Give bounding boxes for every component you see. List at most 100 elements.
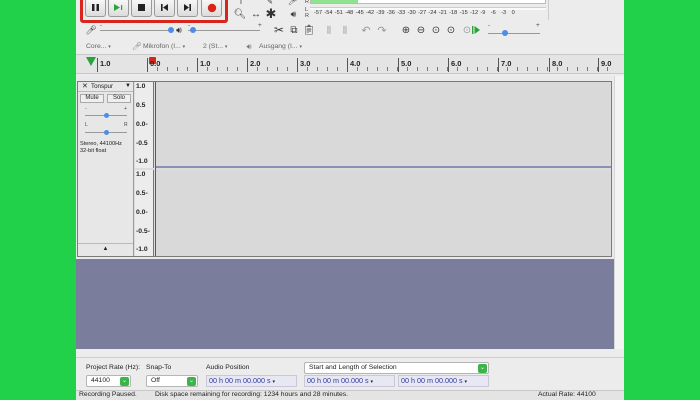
audacity-window: I ✎ 🔍︎ ↔ ✱ 🎤︎ 🔊︎ R L R 🎤︎ - 🔊︎ - + ✂ ⧉ 📋…: [76, 0, 624, 400]
pan-right-label: R: [124, 122, 128, 128]
selection-end-value: 00 h 00 m 00.000 s: [401, 376, 463, 385]
zoom-in-icon[interactable]: ⊕: [399, 23, 413, 37]
selection-tool-icon[interactable]: I: [236, 0, 246, 6]
meter-scale-label: -27: [418, 10, 427, 16]
audio-position-field[interactable]: 00 h 00 m 00.000 s ▾: [206, 375, 297, 387]
play-speed-slider[interactable]: [488, 30, 540, 36]
meter-scale-label: -39: [376, 10, 385, 16]
microphone-icon[interactable]: 🎤︎: [287, 0, 299, 6]
snap-to-select[interactable]: Off ⌄: [146, 375, 198, 387]
meter-r-label-2: R: [305, 13, 309, 19]
gain-slider-thumb[interactable]: [104, 113, 109, 118]
vertical-scrollbar[interactable]: [614, 76, 624, 349]
recording-meter-bar[interactable]: [310, 0, 546, 4]
selection-start-menu-icon[interactable]: ▾: [371, 379, 374, 385]
selection-mode-select[interactable]: Start and Length of Selection ⌄: [304, 362, 489, 374]
snap-to-arrow-icon: ⌄: [187, 377, 196, 386]
meter-scale-label: -42: [366, 10, 375, 16]
time-shift-tool-icon[interactable]: ↔: [249, 8, 263, 20]
ruler-tick-label: 5.0: [401, 59, 412, 68]
ruler-tick-label: 1.0: [200, 59, 211, 68]
channel-2-vertical-ruler: 1.0 0.5- 0.0- -0.5- -1.0: [135, 170, 154, 256]
audio-track[interactable]: ✕ Tonspur ▼ Mute Solo - + L R Stereo, 44…: [77, 81, 612, 257]
meter-scale-label: -18: [449, 10, 458, 16]
solo-button[interactable]: Solo: [107, 94, 131, 103]
selection-end-field[interactable]: 00 h 00 m 00.000 s ▾: [398, 375, 489, 387]
meter-scale-label: -57: [314, 10, 323, 16]
playback-device-dropdown[interactable]: Ausgang (I... ▾: [259, 43, 302, 50]
speed-slider-minus: -: [488, 22, 491, 29]
meter-scale-label: -33: [397, 10, 406, 16]
speaker-icon[interactable]: 🔊︎: [287, 8, 300, 20]
ruler-major-tick: [247, 58, 248, 72]
meter-scale-label: 0: [511, 10, 515, 16]
speed-slider-thumb[interactable]: [502, 30, 508, 36]
empty-track-area[interactable]: [76, 259, 614, 349]
collapse-track-button[interactable]: ▲: [78, 243, 133, 255]
track-close-icon[interactable]: ✕: [82, 82, 88, 90]
ruler-tick-label: 2.0: [250, 59, 261, 68]
ruler-tick-label: 4.0: [350, 59, 361, 68]
meter-scale-label: -3: [501, 10, 507, 16]
audio-position-menu-icon[interactable]: ▾: [273, 379, 276, 385]
status-disk-space: Disk space remaining for recording: 1234…: [155, 391, 349, 398]
pan-slider-thumb[interactable]: [104, 130, 109, 135]
channels-dropdown[interactable]: 2 (St... ▾: [203, 43, 227, 50]
mic-volume-slider[interactable]: [100, 27, 174, 33]
meter-level-fill: [311, 0, 358, 3]
track-name[interactable]: Tonspur: [91, 83, 113, 90]
playback-device-value: Ausgang (I...: [259, 43, 298, 50]
audio-host-dropdown[interactable]: Core... ▾: [86, 43, 111, 50]
ruler-play-triangle-icon[interactable]: [86, 57, 96, 66]
redo-icon[interactable]: ↷: [375, 23, 389, 37]
selection-start-field[interactable]: 00 h 00 m 00.000 s ▾: [304, 375, 395, 387]
audio-host-value: Core...: [86, 43, 107, 50]
recording-device-value: Mikrofon (I...: [143, 43, 181, 50]
channel-1-waveform[interactable]: [155, 82, 611, 168]
selection-start-value: 00 h 00 m 00.000 s: [307, 376, 369, 385]
playback-volume-slider[interactable]: [188, 27, 260, 33]
fit-project-icon[interactable]: ⊙: [444, 23, 458, 37]
ruler-tick-label: 7.0: [501, 59, 512, 68]
ruler-major-tick: [97, 58, 98, 72]
playhead-line: [155, 82, 156, 256]
track-info-rate: Stereo, 44100Hz: [80, 141, 122, 147]
meter-scale-label: -12: [470, 10, 479, 16]
meter-scale-label: -48: [345, 10, 354, 16]
ruler-major-tick: [598, 58, 599, 72]
zoom-out-icon[interactable]: ⊖: [414, 23, 428, 37]
mic-volume-icon: 🎤︎: [85, 24, 97, 35]
track-menu-arrow-icon[interactable]: ▼: [125, 83, 131, 89]
speed-slider-plus: +: [536, 22, 540, 29]
project-rate-select[interactable]: 44100 ⌄: [86, 375, 131, 387]
ruler-major-tick: [549, 58, 550, 72]
ruler-minor-ticks: [157, 67, 617, 71]
meter-scale-label: -54: [324, 10, 333, 16]
copy-icon[interactable]: ⧉: [288, 23, 300, 37]
play-slider-thumb[interactable]: [190, 27, 196, 33]
paste-icon[interactable]: 📋︎: [303, 23, 316, 37]
gain-slider[interactable]: [85, 113, 127, 118]
pan-slider[interactable]: [85, 130, 127, 135]
trim-icon[interactable]: ⫼: [322, 24, 336, 36]
scale-2-3: -0.5-: [136, 228, 150, 235]
scale-2-2: 0.0-: [136, 209, 148, 216]
gain-plus-label: +: [124, 106, 127, 112]
play-at-speed-icon[interactable]: [469, 23, 483, 37]
undo-icon[interactable]: ↶: [359, 23, 373, 37]
pan-left-label: L: [85, 122, 88, 128]
channel-2-waveform[interactable]: [155, 170, 611, 256]
recording-device-dropdown[interactable]: Mikrofon (I... ▾: [143, 43, 185, 50]
mute-button[interactable]: Mute: [80, 94, 104, 103]
meter-scale-label: -15: [459, 10, 468, 16]
ruler-tick-label: 6.0: [451, 59, 462, 68]
cut-icon[interactable]: ✂: [273, 23, 285, 37]
channel-1-vertical-ruler: 1.0 0.5 0.0- -0.5 -1.0: [135, 82, 154, 168]
silence-icon[interactable]: ⫼: [338, 24, 352, 36]
meter-scale-label: -9: [480, 10, 486, 16]
selection-end-menu-icon[interactable]: ▾: [465, 379, 468, 385]
meter-scale-label: -36: [386, 10, 395, 16]
zoom-tool-icon[interactable]: 🔍︎: [234, 8, 247, 20]
multi-tool-icon[interactable]: ✱: [265, 6, 277, 21]
fit-selection-icon[interactable]: ⊙: [429, 23, 443, 37]
